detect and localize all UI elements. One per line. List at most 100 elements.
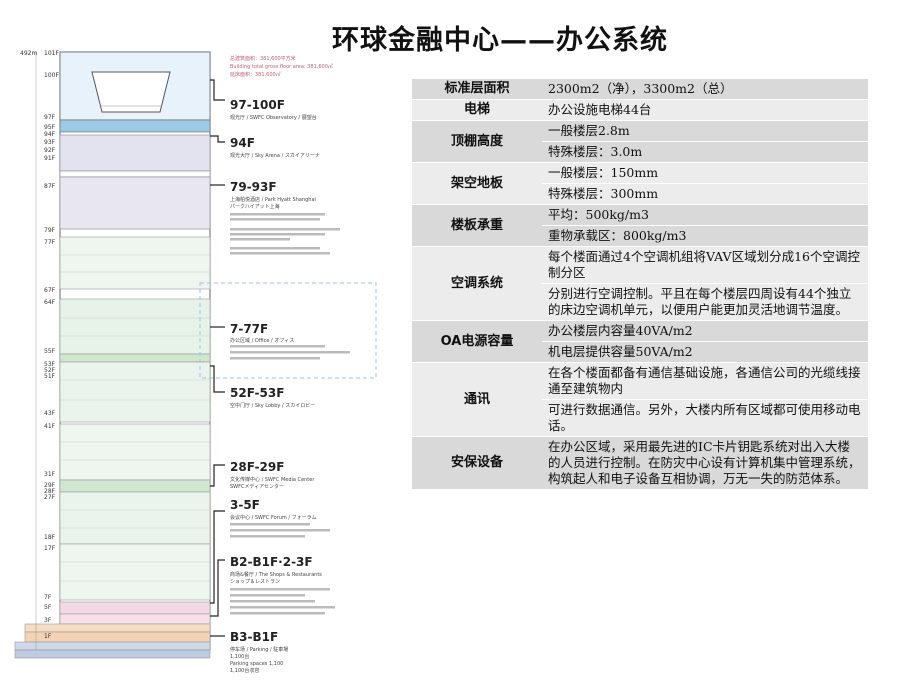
floor-label: 492m <box>20 50 37 57</box>
floor-label: 18F <box>44 534 56 541</box>
row-value: 机电层提供容量50VA/m2 <box>542 341 868 363</box>
zone-title: B2-B1F·2-3F <box>230 555 313 569</box>
floor-label: 97F <box>44 114 56 121</box>
row-key: 安保设备 <box>412 436 542 490</box>
row-key: 楼板承重 <box>412 204 542 247</box>
table-row: 安保设备 在办公区域，采用最先进的IC卡片钥匙系统对出入大楼的人员进行控制。在防… <box>412 436 868 490</box>
zone-extra: Building total gross floor area: 381,600… <box>230 63 333 70</box>
floor-label: 64F <box>44 299 56 306</box>
row-value: 每个楼面通过4个空调机组将VAV区域划分成16个空调控制分区 <box>542 246 868 284</box>
zone-sub: SWFCメディアセンター <box>230 483 284 490</box>
table-row: 顶棚高度 一般楼层2.8m <box>412 120 868 163</box>
row-value: 一般楼层2.8m <box>542 120 868 142</box>
floor-label: 100F <box>44 72 59 79</box>
floor-label: 79F <box>44 227 56 234</box>
row-value: 可进行数据通信。另外，大楼内所有区域都可使用移动电话。 <box>542 399 868 437</box>
table-row: 标准层面积 2300m2（净），3300m2（总） <box>412 79 868 100</box>
zone-sub: 1,100台 <box>230 653 249 660</box>
zone-title: 28F-29F <box>230 460 284 474</box>
zone-title: 79-93F <box>230 180 277 194</box>
floor-label: 67F <box>44 287 56 294</box>
zone-28-29: 28F-29F 文化传媒中心 / SWFC Media Center SWFCメ… <box>230 460 315 490</box>
row-value: 特殊楼层：300mm <box>542 183 868 205</box>
zone-b2-b1-2-3: B2-B1F·2-3F 商场&餐厅 / The Shops & Restaura… <box>230 555 335 615</box>
floor-label: 3F <box>44 617 52 624</box>
zone-title: 97-100F <box>230 98 285 112</box>
zone-sub: 上海柏悦酒店 / Park Hyatt Shanghai <box>230 196 316 203</box>
zone-title: 94F <box>230 136 255 150</box>
zone-sub: ショップ＆レストラン <box>230 579 280 585</box>
zone-sub: 会议中心 / SWFC Forum / フォーラム <box>230 514 317 521</box>
row-key: OA电源容量 <box>412 320 542 363</box>
floor-label: 17F <box>44 545 56 552</box>
floor-label: 91F <box>44 155 56 162</box>
building-section-diagram: 492m 101F 100F 97F 95F 94F 93F 92F 91F 8… <box>14 50 377 674</box>
zone-sub: 1,100台収容 <box>230 667 259 674</box>
row-value: 办公设施电梯44台 <box>542 99 868 121</box>
office-callout-box <box>199 282 377 379</box>
zone-7-77: 7-77F 办公区域 / Office / オフィス <box>230 322 350 360</box>
zone-title: 52F-53F <box>230 386 284 400</box>
zone-97-100: 总建筑面积：381,600平方米 Building total gross fl… <box>230 55 333 121</box>
table-row: OA电源容量 办公楼层内容量40VA/m2 <box>412 320 868 363</box>
row-key: 标准层面积 <box>412 79 542 100</box>
zone-sub: 观光大厅 / Sky Arena / スカイアリーナ <box>230 152 320 159</box>
zone-title: 7-77F <box>230 322 268 336</box>
floor-label: 87F <box>44 183 56 190</box>
zone-sub: 商场&餐厅 / The Shops & Restaurants <box>230 571 322 578</box>
zone-extra: 延床面积：381,600㎡ <box>230 71 281 78</box>
table-row: 架空地板 一般楼层：150mm <box>412 162 868 205</box>
row-value: 2300m2（净），3300m2（总） <box>542 79 868 100</box>
row-key: 电梯 <box>412 99 542 121</box>
table-row: 电梯 办公设施电梯44台 <box>412 99 868 121</box>
row-value: 在各个楼面都备有通信基础设施，各通信公司的光缆线接通至建筑物内 <box>542 362 868 400</box>
row-value: 一般楼层：150mm <box>542 162 868 184</box>
zone-sub: 空中门厅 / Sky Lobby / スカイロビー <box>230 402 315 409</box>
row-value: 平均：500kg/m3 <box>542 204 868 226</box>
table-row: 楼板承重 平均：500kg/m3 <box>412 204 868 247</box>
row-value: 重物承载区：800kg/m3 <box>542 225 868 247</box>
row-value: 特殊楼层：3.0m <box>542 141 868 163</box>
zone-94: 94F 观光大厅 / Sky Arena / スカイアリーナ <box>230 136 320 159</box>
zone-3-5: 3-5F 会议中心 / SWFC Forum / フォーラム <box>230 498 330 538</box>
row-value: 分别进行空调控制。平且在每个楼层四周设有44个独立的床边空调机单元，以便用户能更… <box>542 283 868 321</box>
zone-sub: Parking spaces 1,100 <box>230 661 283 667</box>
floor-label: 43F <box>44 410 56 417</box>
zone-sub: パークハイアット上海 <box>230 203 280 210</box>
floor-label: 31F <box>44 471 56 478</box>
zone-sub: 观光厅 / SWFC Observatory / 展望台 <box>230 114 317 121</box>
row-value: 在办公区域，采用最先进的IC卡片钥匙系统对出入大楼的人员进行控制。在防灾中心设有… <box>542 436 868 490</box>
zone-sub: 停车场 / Parking / 駐車場 <box>230 646 288 653</box>
floor-label: 7F <box>44 594 52 601</box>
floor-label: 93F <box>44 139 56 146</box>
row-key: 顶棚高度 <box>412 120 542 163</box>
zone-sub: 办公区域 / Office / オフィス <box>230 337 294 344</box>
table-row: 通讯 在各个楼面都备有通信基础设施，各通信公司的光缆线接通至建筑物内 <box>412 362 868 437</box>
zone-extra: 总建筑面积：381,600平方米 <box>230 55 296 62</box>
floor-label: 41F <box>44 423 56 430</box>
floor-label: 55F <box>44 348 56 355</box>
floor-label: 77F <box>44 239 56 246</box>
floor-label: 94F <box>44 131 56 138</box>
floor-label: 5F <box>44 604 52 611</box>
floor-label: 27F <box>44 494 56 501</box>
leader-lines <box>210 79 225 637</box>
zone-title: 3-5F <box>230 498 260 512</box>
row-value: 办公楼层内容量40VA/m2 <box>542 320 868 342</box>
floor-label: 101F <box>44 50 59 57</box>
table-row: 空调系统 每个楼面通过4个空调机组将VAV区域划分成16个空调控制分区 <box>412 246 868 321</box>
floor-label: 92F <box>44 147 56 154</box>
floor-scale: 492m 101F 100F 97F 95F 94F 93F 92F 91F 8… <box>20 50 59 650</box>
zone-sub: 文化传媒中心 / SWFC Media Center <box>230 476 315 483</box>
floor-label: 51F <box>44 373 56 380</box>
spec-table: 标准层面积 2300m2（净），3300m2（总） 电梯 办公设施电梯44台 顶… <box>412 79 868 490</box>
zone-52-53: 52F-53F 空中门厅 / Sky Lobby / スカイロビー <box>230 386 315 409</box>
zone-79-93: 79-93F 上海柏悦酒店 / Park Hyatt Shanghai パークハ… <box>230 180 340 255</box>
row-key: 架空地板 <box>412 162 542 205</box>
zone-title: B3-B1F <box>230 630 278 644</box>
zone-b3-b1: B3-B1F 停车场 / Parking / 駐車場 1,100台 Parkin… <box>230 630 288 674</box>
row-key: 通讯 <box>412 362 542 437</box>
floor-label: 95F <box>44 124 56 131</box>
floor-label: 1F <box>44 633 52 640</box>
row-key: 空调系统 <box>412 246 542 321</box>
